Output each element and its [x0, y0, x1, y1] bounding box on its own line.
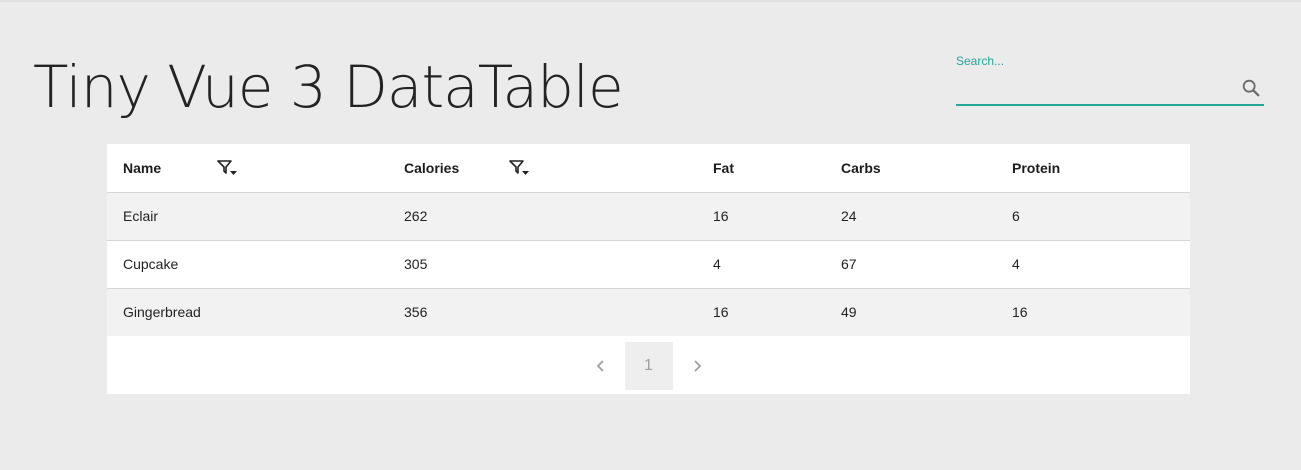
search-input[interactable]	[956, 74, 1264, 106]
cell-carbs: 49	[825, 288, 996, 336]
cell-protein: 6	[996, 192, 1190, 241]
cell-carbs: 24	[825, 192, 996, 241]
cell-protein: 16	[996, 288, 1190, 336]
chevron-right-icon	[693, 360, 701, 372]
cell-name: Gingerbread	[107, 288, 388, 336]
column-header-name[interactable]: Name	[107, 144, 388, 193]
cell-calories: 262	[388, 192, 697, 241]
column-label: Calories	[404, 159, 460, 176]
cell-fat: 4	[697, 240, 825, 289]
page-title: Tiny Vue 3 DataTable	[33, 53, 624, 121]
pagination: 1	[107, 338, 1190, 394]
table-row: Eclair 262 16 24 6	[107, 192, 1190, 241]
cell-fat: 16	[697, 288, 825, 336]
cell-name: Eclair	[107, 192, 388, 241]
search-field[interactable]: Search...	[956, 54, 1264, 106]
column-header-fat: Fat	[697, 144, 825, 193]
column-header-carbs: Carbs	[825, 144, 996, 193]
table-row: Gingerbread 356 16 49 16	[107, 288, 1190, 336]
filter-dropdown-icon[interactable]	[217, 159, 239, 177]
next-page-button[interactable]	[673, 342, 721, 390]
chevron-left-icon	[596, 360, 604, 372]
cell-carbs: 67	[825, 240, 996, 289]
column-label: Name	[123, 159, 162, 176]
cell-fat: 16	[697, 192, 825, 241]
cell-protein: 4	[996, 240, 1190, 289]
table-header-row: Name Calories Fat Carbs Protein	[107, 144, 1190, 193]
page-number-button[interactable]: 1	[624, 342, 673, 390]
prev-page-button[interactable]	[577, 342, 625, 390]
data-table: Name Calories Fat Carbs Protein Eclair 2…	[107, 144, 1190, 394]
column-header-calories[interactable]: Calories	[388, 144, 697, 193]
search-label: Search...	[956, 54, 1005, 68]
table-row: Cupcake 305 4 67 4	[107, 240, 1190, 289]
cell-name: Cupcake	[107, 240, 388, 289]
cell-calories: 305	[388, 240, 697, 289]
column-header-protein: Protein	[996, 144, 1190, 193]
search-icon[interactable]	[1240, 77, 1262, 99]
cell-calories: 356	[388, 288, 697, 336]
filter-dropdown-icon[interactable]	[509, 159, 531, 177]
